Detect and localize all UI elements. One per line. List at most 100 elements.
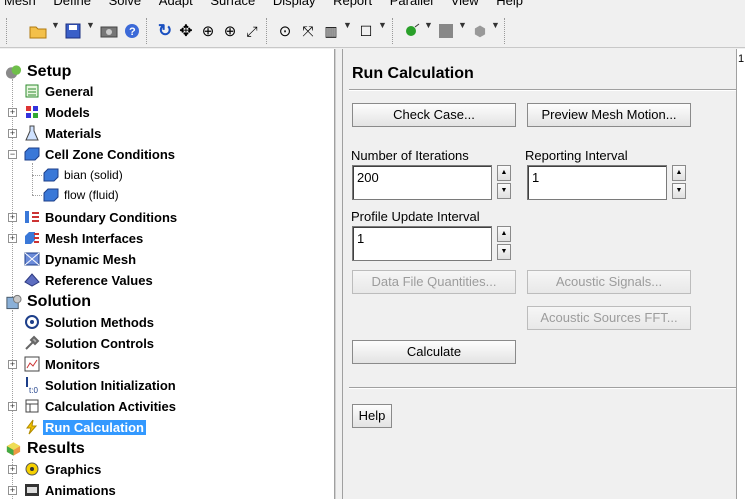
spin-up-icon[interactable]: ▲ — [672, 165, 686, 181]
expand-monitors-icon[interactable]: + — [8, 360, 17, 369]
window-icon[interactable]: ☐ — [356, 20, 376, 42]
iterations-field[interactable]: 200 — [352, 165, 492, 200]
tree-node-materials[interactable]: Materials — [23, 123, 103, 143]
iterations-spinner[interactable]: ▲ ▼ — [497, 165, 511, 200]
expand-calculation-activities-icon[interactable]: + — [8, 402, 17, 411]
profile-update-label: Profile Update Interval — [351, 209, 480, 224]
tree-node-reference-values[interactable]: Reference Values — [23, 270, 155, 290]
tree-node-graphics[interactable]: Graphics — [23, 459, 103, 479]
expand-models-icon[interactable]: + — [8, 108, 17, 117]
menu-view[interactable]: View — [451, 0, 479, 8]
lightning-icon — [23, 419, 40, 436]
probe-icon[interactable]: ⤢ — [242, 20, 262, 42]
tree-node-solution-controls[interactable]: Solution Controls — [23, 333, 156, 353]
graphics-icon — [23, 461, 40, 478]
light-dropdown-icon[interactable]: ▼ — [424, 20, 433, 30]
panel-splitter[interactable] — [335, 49, 343, 499]
tree-node-boundary-conditions[interactable]: Boundary Conditions — [23, 207, 179, 227]
tree-node-animations[interactable]: Animations — [23, 480, 118, 499]
boundary-icon — [23, 209, 40, 226]
graphics-window-edge: 1 — [736, 49, 745, 499]
zone-icon — [42, 167, 59, 184]
menu-solve[interactable]: Solve — [109, 0, 142, 8]
menu-surface[interactable]: Surface — [210, 0, 255, 8]
spin-down-icon[interactable]: ▼ — [497, 183, 511, 199]
menu-display[interactable]: Display — [273, 0, 316, 8]
axes-icon[interactable]: ⤧ — [298, 20, 318, 42]
tree-node-run-calculation[interactable]: Run Calculation — [23, 417, 146, 437]
acoustic-signals-button[interactable]: Acoustic Signals... — [527, 270, 691, 294]
tree-line — [32, 195, 42, 196]
light-icon[interactable] — [402, 20, 422, 42]
color-dropdown-icon[interactable]: ▼ — [458, 20, 467, 30]
layout-dropdown-icon[interactable]: ▼ — [343, 20, 352, 30]
expand-materials-icon[interactable]: + — [8, 129, 17, 138]
tree-node-bian-solid[interactable]: bian (solid) — [42, 165, 125, 185]
fit-window-icon[interactable]: ⊙ — [275, 20, 295, 42]
menu-parallel[interactable]: Parallel — [390, 0, 433, 8]
check-case-button[interactable]: Check Case... — [352, 103, 516, 127]
graphics-window-tab[interactable]: 1 — [738, 53, 744, 65]
tree-node-mesh-interfaces[interactable]: Mesh Interfaces — [23, 228, 145, 248]
profile-update-spinner[interactable]: ▲ ▼ — [497, 226, 511, 261]
tree-node-models[interactable]: Models — [23, 102, 92, 122]
zoom-icon[interactable]: ⊕ — [198, 20, 218, 42]
help-button[interactable]: Help — [352, 404, 392, 428]
open-folder-icon[interactable] — [28, 20, 48, 42]
tree-node-setup[interactable]: Setup — [5, 62, 73, 82]
tree-node-solution-initialization[interactable]: t:0 Solution Initialization — [23, 375, 178, 395]
preview-mesh-motion-button[interactable]: Preview Mesh Motion... — [527, 103, 691, 127]
tree-node-monitors[interactable]: Monitors — [23, 354, 102, 374]
expand-graphics-icon[interactable]: + — [8, 465, 17, 474]
spin-down-icon[interactable]: ▼ — [497, 244, 511, 260]
data-file-quantities-button[interactable]: Data File Quantities... — [352, 270, 516, 294]
flask-icon — [23, 125, 40, 142]
panel-title: Run Calculation — [352, 65, 474, 82]
tree-node-calculation-activities[interactable]: Calculation Activities — [23, 396, 178, 416]
tree-node-flow-fluid[interactable]: flow (fluid) — [42, 185, 121, 205]
menu-help[interactable]: Help — [496, 0, 523, 8]
spin-up-icon[interactable]: ▲ — [497, 226, 511, 242]
tree-node-solution-methods[interactable]: Solution Methods — [23, 312, 156, 332]
menu-define[interactable]: Define — [53, 0, 91, 8]
setup-icon — [5, 64, 22, 81]
expand-animations-icon[interactable]: + — [8, 486, 17, 495]
reporting-interval-field[interactable]: 1 — [527, 165, 667, 200]
save-dropdown-icon[interactable]: ▼ — [86, 20, 95, 30]
tree-node-general[interactable]: General — [23, 81, 95, 101]
tree-node-cell-zone-conditions[interactable]: Cell Zone Conditions — [23, 144, 177, 164]
cube-dropdown-icon[interactable]: ▼ — [491, 20, 500, 30]
collapse-cell-zone-icon[interactable]: − — [8, 150, 17, 159]
cube-icon[interactable]: ⬢ — [470, 20, 490, 42]
rotate-icon[interactable]: ↻ — [155, 20, 175, 42]
menu-mesh[interactable]: Mesh — [4, 0, 36, 8]
camera-icon[interactable] — [99, 20, 119, 42]
tree-node-results[interactable]: Results — [5, 439, 87, 459]
list-icon — [23, 83, 40, 100]
menu-adapt[interactable]: Adapt — [159, 0, 193, 8]
profile-update-field[interactable]: 1 — [352, 226, 492, 261]
tree-node-solution[interactable]: Solution — [5, 292, 93, 312]
calculate-button[interactable]: Calculate — [352, 340, 516, 364]
color-icon[interactable] — [436, 20, 456, 42]
save-icon[interactable] — [63, 20, 83, 42]
divider — [349, 387, 737, 389]
menu-report[interactable]: Report — [333, 0, 372, 8]
dynamic-mesh-icon — [23, 251, 40, 268]
spin-up-icon[interactable]: ▲ — [497, 165, 511, 181]
reporting-interval-spinner[interactable]: ▲ ▼ — [672, 165, 686, 200]
pan-icon[interactable]: ✥ — [176, 20, 196, 42]
acoustic-sources-fft-button[interactable]: Acoustic Sources FFT... — [527, 306, 691, 330]
navigation-tree: Setup General + Models + Materials − Cel… — [0, 49, 335, 499]
layout-icon[interactable]: ▥ — [321, 20, 341, 42]
open-dropdown-icon[interactable]: ▼ — [51, 20, 60, 30]
help-circle-icon[interactable]: ? — [122, 20, 142, 42]
expand-mesh-interfaces-icon[interactable]: + — [8, 234, 17, 243]
zone-icon — [23, 146, 40, 163]
tree-node-dynamic-mesh[interactable]: Dynamic Mesh — [23, 249, 138, 269]
window-dropdown-icon[interactable]: ▼ — [378, 20, 387, 30]
spin-down-icon[interactable]: ▼ — [672, 183, 686, 199]
zoom-box-icon[interactable]: ⊕ — [220, 20, 240, 42]
methods-icon — [23, 314, 40, 331]
expand-boundary-icon[interactable]: + — [8, 213, 17, 222]
